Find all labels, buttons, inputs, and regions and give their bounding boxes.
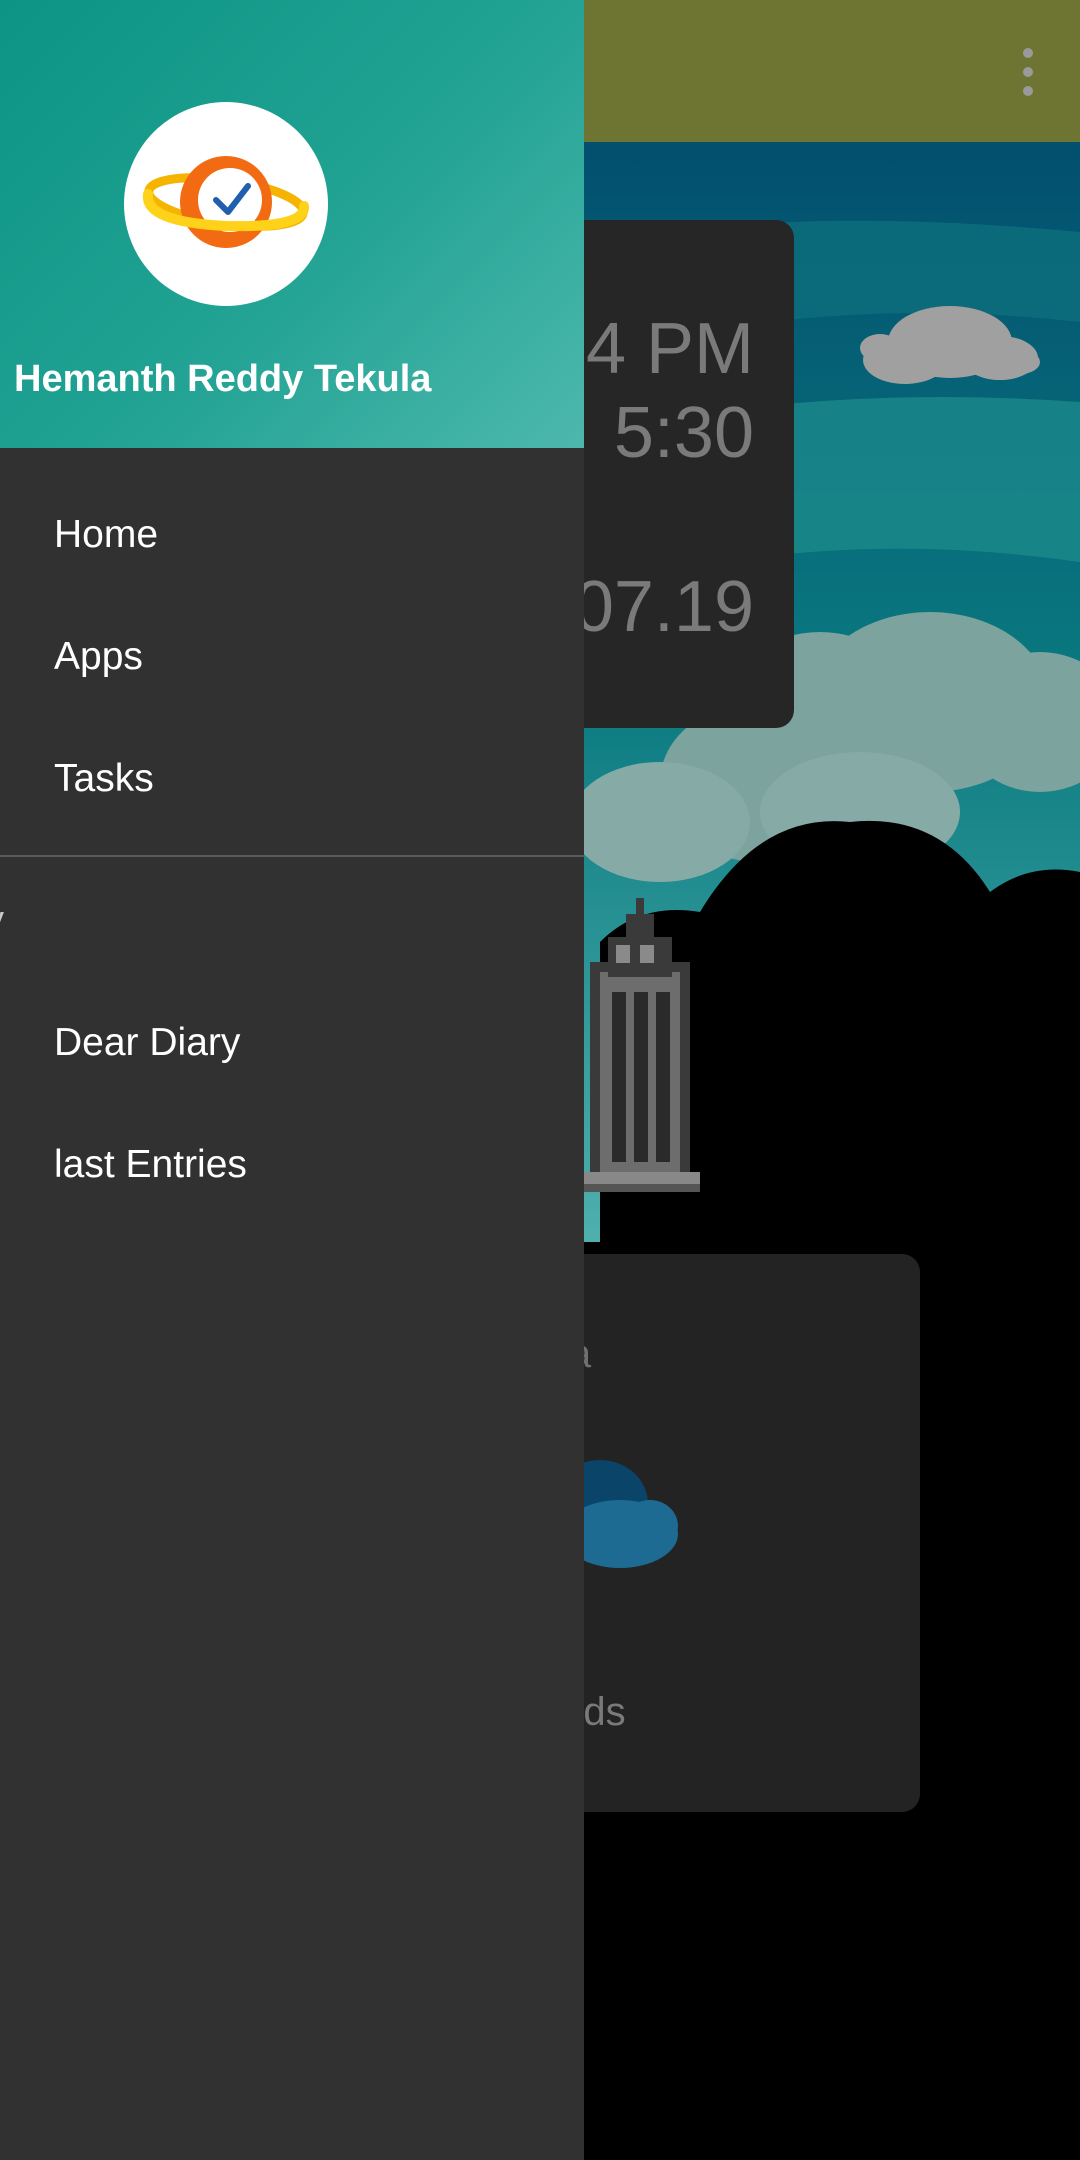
- clock-time: 4 PM: [585, 309, 754, 389]
- menu-item-dear-diary[interactable]: Dear Diary: [0, 982, 584, 1104]
- menu-section-header: y: [0, 898, 4, 940]
- clock-seconds: 5:30: [613, 393, 754, 473]
- drawer-header: Hemanth Reddy Tekula: [0, 0, 584, 448]
- app-logo-icon: [142, 156, 309, 248]
- more-vert-icon[interactable]: [1016, 48, 1040, 96]
- menu-item-home[interactable]: Home: [0, 474, 584, 596]
- avatar[interactable]: [124, 102, 328, 306]
- screen: 4 PM 5:30 07.19 la t louds: [0, 0, 1080, 2160]
- menu-item-label: Home: [54, 513, 159, 556]
- menu-item-tasks[interactable]: Tasks: [0, 718, 584, 840]
- clock-date: 07.19: [573, 567, 754, 647]
- menu-item-last-entries[interactable]: last Entries: [0, 1104, 584, 1226]
- menu-item-label: Dear Diary: [54, 1021, 241, 1064]
- user-name: Hemanth Reddy Tekula: [14, 358, 432, 400]
- navigation-drawer[interactable]: Hemanth Reddy Tekula Home Apps Tasks y D…: [0, 0, 584, 2160]
- menu-divider: [0, 855, 584, 857]
- menu-item-apps[interactable]: Apps: [0, 596, 584, 718]
- menu-item-label: Apps: [54, 635, 143, 678]
- menu-item-label: last Entries: [54, 1143, 247, 1186]
- menu-item-label: Tasks: [54, 757, 154, 800]
